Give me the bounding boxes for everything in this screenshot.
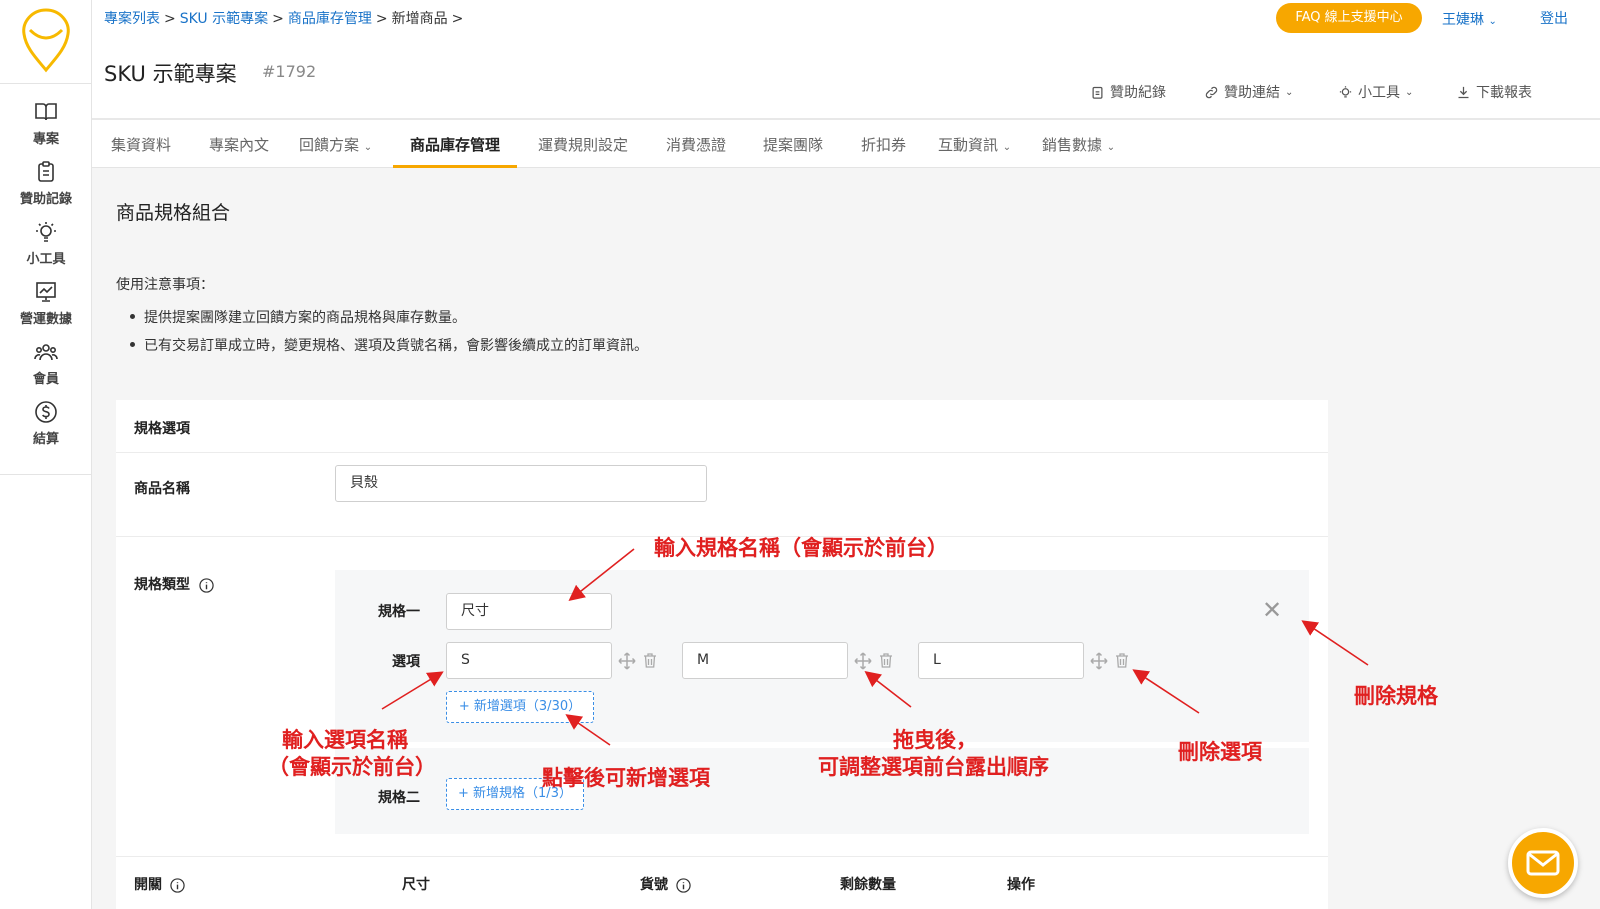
annotation-delete-option: 刪除選項 xyxy=(1178,740,1262,764)
annotation-option-name-2: （會顯示於前台） xyxy=(268,755,436,779)
annotation-arrows xyxy=(381,548,1369,746)
annotation-delete-spec: 刪除規格 xyxy=(1354,684,1438,708)
annotation-drag-2: 可調整選項前台露出順序 xyxy=(818,755,1049,779)
annotation-drag: 拖曳後， xyxy=(893,728,977,752)
mail-icon xyxy=(1526,850,1560,876)
chat-button[interactable] xyxy=(1508,828,1578,898)
annotation-option-name: 輸入選項名稱 xyxy=(282,728,408,752)
annotation-spec-name: 輸入規格名稱（會顯示於前台） xyxy=(654,536,948,560)
annotation-add-option: 點擊後可新增選項 xyxy=(542,766,710,790)
